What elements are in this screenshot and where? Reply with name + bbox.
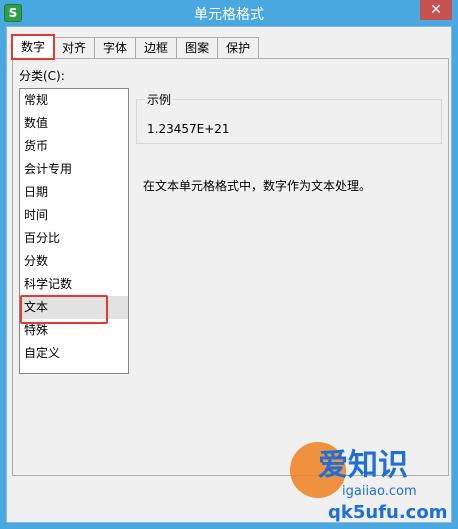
sample-value: 1.23457E+21 (147, 122, 230, 136)
category-item[interactable]: 自定义 (20, 342, 128, 365)
category-item[interactable]: 百分比 (20, 227, 128, 250)
tab-pattern[interactable]: 图案 (176, 37, 219, 59)
tab-number[interactable]: 数字 (10, 34, 56, 60)
category-item[interactable]: 科学记数 (20, 273, 128, 296)
sample-legend: 示例 (145, 91, 174, 108)
tab-border[interactable]: 边框 (135, 37, 178, 59)
category-item[interactable]: 常规 (20, 89, 128, 112)
sample-groupbox: 示例 1.23457E+21 (136, 91, 442, 144)
tab-alignment[interactable]: 对齐 (53, 37, 96, 59)
watermark-text: 爱知识 (318, 448, 408, 483)
title-bar[interactable]: S 单元格格式 ✕ (0, 0, 458, 26)
category-item-selected[interactable]: 文本 (20, 295, 128, 324)
tab-panel-number: 分类(C): 常规 数值 货币 会计专用 日期 时间 百分比 分数 科学记数 文… (12, 58, 449, 476)
category-item[interactable]: 数值 (20, 112, 128, 135)
tab-strip: 数字 对齐 字体 边框 图案 保护 (10, 34, 260, 60)
watermark-logo: 爱知识 igaiiao.com qk5ufu.com (282, 430, 458, 529)
format-description: 在文本单元格格式中，数字作为文本处理。 (143, 179, 372, 193)
dialog-window: S 单元格格式 ✕ 数字 对齐 字体 边框 图案 保护 分类(C): 常规 数值… (0, 0, 458, 529)
category-item[interactable]: 分数 (20, 250, 128, 273)
category-label: 分类(C): (19, 69, 65, 83)
category-item[interactable]: 会计专用 (20, 158, 128, 181)
dialog-title: 单元格格式 (194, 7, 264, 23)
tab-protection[interactable]: 保护 (217, 37, 260, 59)
watermark-url-secondary: qk5ufu.com (328, 502, 448, 523)
close-button[interactable]: ✕ (420, 0, 452, 20)
category-item[interactable]: 日期 (20, 181, 128, 204)
tab-font[interactable]: 字体 (94, 37, 137, 59)
watermark-url: igaiiao.com (342, 484, 417, 499)
category-item[interactable]: 时间 (20, 204, 128, 227)
category-listbox[interactable]: 常规 数值 货币 会计专用 日期 时间 百分比 分数 科学记数 文本 特殊 自定… (19, 88, 129, 374)
category-item[interactable]: 货币 (20, 135, 128, 158)
